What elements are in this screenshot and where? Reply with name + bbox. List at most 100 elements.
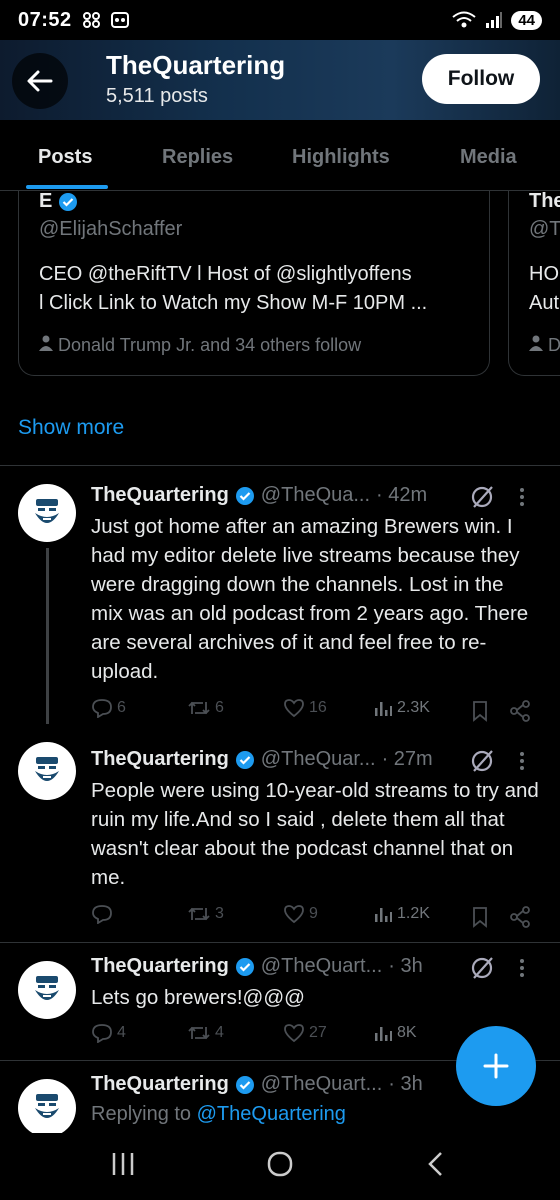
views-button[interactable]: 8K [373,1023,417,1043]
active-tab-indicator [26,185,108,189]
followed-by-text: D [548,335,560,355]
author-handle[interactable]: @TheQuart... [261,1073,382,1096]
repost-icon [188,1026,210,1040]
suggested-account-card[interactable]: E @ElijahSchaffer CEO @theRiftTV l Host … [18,190,490,376]
suggested-account-card[interactable]: The @T HO Aut D [508,190,560,376]
bio-line: l Click Link to Watch my Show M-F 10PM .… [39,292,428,314]
avatar[interactable] [18,742,76,800]
repost-button[interactable]: 3 [187,904,224,924]
post-time: · 27m [381,748,433,770]
heart-icon [284,905,304,924]
post[interactable]: TheQuartering @TheQuar... · 27m People w… [0,742,560,942]
bio-line: CEO @theRiftTV l Host of @slightlyoffens [39,263,412,285]
views-button[interactable]: 2.3K [373,698,430,718]
followed-by: Donald Trump Jr. and 34 others follow [39,335,361,356]
page-title: TheQuartering [106,50,286,80]
signal-icon [486,12,503,28]
bearded-face-icon [35,757,59,781]
grok-icon[interactable] [470,484,496,510]
repost-button[interactable]: 4 [187,1023,224,1043]
notification-icons [82,11,130,29]
suggested-bio: CEO @theRiftTV l Host of @slightlyoffens… [39,260,479,318]
tab-media[interactable]: Media [460,146,517,169]
post-header: TheQuartering @TheQuart... · 3h [91,955,423,978]
avatar[interactable] [18,961,76,1019]
tab-highlights[interactable]: Highlights [292,146,390,169]
share-icon[interactable] [509,700,531,722]
bearded-face-icon [35,1094,59,1118]
author-name[interactable]: TheQuartering [91,955,229,978]
system-nav-bar [0,1133,560,1200]
avatar[interactable] [18,484,76,542]
grok-icon[interactable] [470,955,496,981]
bio-line: Aut [529,292,560,314]
grok-icon[interactable] [470,748,496,774]
share-icon[interactable] [509,906,531,928]
post-header: TheQuartering @TheQuar... · 27m [91,748,433,771]
replying-to-handle[interactable]: @TheQuartering [197,1103,346,1125]
bearded-face-icon [35,499,59,523]
plus-icon [483,1053,509,1079]
heart-icon [284,1024,304,1043]
tab-posts[interactable]: Posts [38,146,92,169]
like-button[interactable]: 9 [283,904,318,924]
show-more-link[interactable]: Show more [18,416,124,440]
post-text: People were using 10-year-old streams to… [91,779,539,889]
verified-badge-icon [59,192,78,211]
author-handle[interactable]: @TheQua... [261,484,370,507]
status-bar: 07:52 44 [0,0,560,40]
bearded-face-icon [35,976,59,1000]
author-name[interactable]: TheQuartering [91,748,229,771]
replying-to: Replying to @TheQuartering [91,1103,346,1126]
tab-replies[interactable]: Replies [162,146,233,169]
repost-count: 4 [215,1024,224,1041]
repost-count: 3 [215,905,224,922]
like-button[interactable]: 16 [283,698,327,718]
verified-badge-icon [235,957,254,976]
back-button[interactable] [12,53,68,109]
post-header: TheQuartering @TheQuart... · 3h [91,1073,423,1096]
suggested-bio: HO Aut [529,260,560,318]
more-options-icon[interactable] [512,486,532,508]
reply-count: 6 [117,699,126,716]
post-header: TheQuartering @TheQua... · 42m [91,484,427,507]
bookmark-icon[interactable] [471,906,489,928]
recent-apps-icon[interactable] [110,1149,136,1179]
bio-line: HO [529,263,559,285]
bookmark-icon[interactable] [471,700,489,722]
author-name[interactable]: TheQuartering [91,1073,229,1096]
suggested-name: The [529,190,560,212]
author-handle[interactable]: @TheQuar... [261,748,376,771]
verified-badge-icon [235,486,254,505]
follow-button[interactable]: Follow [422,54,540,104]
like-button[interactable]: 27 [283,1023,327,1043]
repost-button[interactable]: 6 [187,698,224,718]
post-count: 5,511 posts [106,85,208,107]
reply-button[interactable] [91,904,117,924]
profile-tabs: Posts Replies Highlights Media [0,128,560,191]
post-time: · 42m [376,484,428,506]
view-count: 2.3K [397,699,430,716]
views-icon [375,1027,392,1041]
like-count: 9 [309,905,318,922]
reply-button[interactable]: 6 [91,698,126,718]
home-icon[interactable] [266,1149,294,1179]
author-handle[interactable]: @TheQuart... [261,955,382,978]
repost-icon [188,701,210,715]
post-text: Lets go brewers!@@@ [91,986,305,1009]
thread-line [46,548,49,724]
compose-button[interactable] [456,1026,536,1106]
view-count: 1.2K [397,905,430,922]
more-options-icon[interactable] [512,750,532,772]
reply-icon [92,699,112,718]
post-actions: 3 9 1.2K [91,904,541,930]
more-options-icon[interactable] [512,957,532,979]
reply-button[interactable]: 4 [91,1023,126,1043]
post[interactable]: TheQuartering @TheQua... · 42m Just got … [0,466,560,741]
back-nav-icon[interactable] [424,1149,448,1179]
status-time: 07:52 [18,8,72,31]
title-block: TheQuartering 5,511 posts [106,50,285,108]
avatar[interactable] [18,1079,76,1133]
author-name[interactable]: TheQuartering [91,484,229,507]
views-button[interactable]: 1.2K [373,904,430,924]
